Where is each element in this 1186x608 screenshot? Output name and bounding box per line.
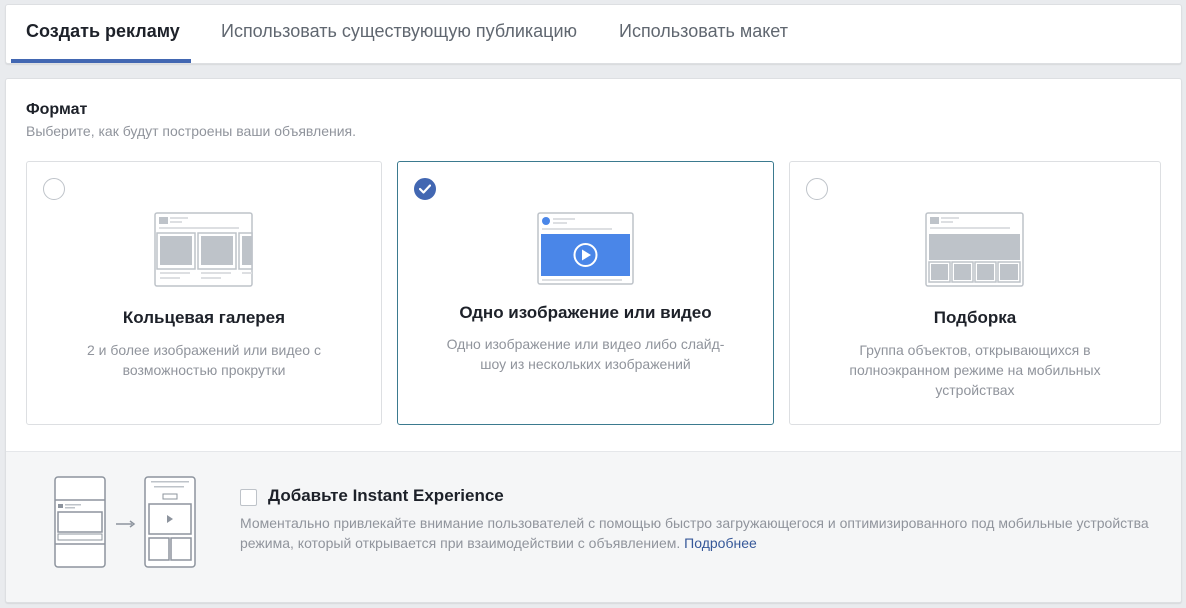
- instant-experience-icon: [54, 476, 196, 568]
- collection-description: Группа объектов, открывающихся в полноэк…: [849, 342, 1101, 398]
- instant-experience-description: Моментально привлекайте внимание пользов…: [240, 513, 1160, 553]
- collection-radio[interactable]: [806, 178, 828, 200]
- carousel-radio[interactable]: [43, 178, 65, 200]
- instant-experience-title: Добавьте Instant Experience: [268, 486, 504, 505]
- checkmark-icon: [419, 184, 431, 194]
- format-card-single-image-video[interactable]: Одно изображение или видео Одно изображе…: [397, 161, 774, 425]
- learn-more-link[interactable]: Подробнее: [684, 535, 757, 551]
- collection-icon: [925, 212, 1024, 287]
- active-tab-indicator: [11, 59, 191, 63]
- carousel-description: 2 и более изображений или видео с возмож…: [87, 342, 321, 378]
- single-image-video-description: Одно изображение или видео либо слайд-шо…: [446, 336, 725, 372]
- tab-use-existing-post[interactable]: Использовать существующую публикацию: [221, 5, 577, 63]
- instant-experience-section: Добавьте Instant Experience Моментально …: [6, 451, 1181, 602]
- format-panel: Формат Выберите, как будут построены ваш…: [5, 78, 1182, 603]
- tabs-bar: Создать рекламу Использовать существующу…: [5, 4, 1182, 64]
- instant-experience-checkbox[interactable]: [240, 489, 257, 506]
- single-video-icon: [536, 212, 634, 285]
- collection-title: Подборка: [933, 308, 1017, 327]
- tab-use-mockup[interactable]: Использовать макет: [619, 5, 788, 63]
- single-image-video-title: Одно изображение или видео: [459, 303, 712, 322]
- format-subtitle: Выберите, как будут построены ваши объяв…: [26, 123, 357, 139]
- carousel-icon: [154, 212, 253, 287]
- format-card-carousel[interactable]: Кольцевая галерея 2 и более изображений …: [26, 161, 382, 425]
- carousel-title: Кольцевая галерея: [122, 308, 286, 327]
- single-image-video-radio[interactable]: [414, 178, 436, 200]
- format-card-collection[interactable]: Подборка Группа объектов, открывающихся …: [789, 161, 1161, 425]
- format-title: Формат: [26, 101, 88, 118]
- tab-create-ad[interactable]: Создать рекламу: [26, 5, 180, 63]
